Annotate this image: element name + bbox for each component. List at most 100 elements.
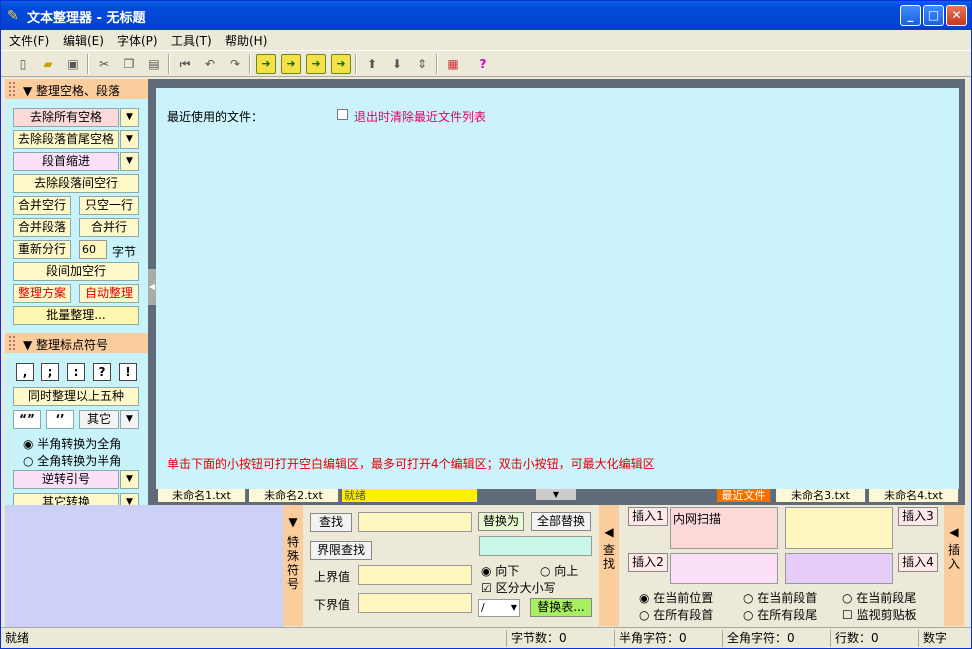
cut-icon[interactable]: ✂	[94, 54, 114, 74]
case-sensitive-checkbox[interactable]: ☑ 区分大小写	[481, 579, 556, 596]
other-punct-dropdown[interactable]: ▼	[120, 410, 139, 429]
remove-all-spaces-button[interactable]: 去除所有空格	[13, 108, 119, 127]
insert2-button[interactable]: 插入2	[628, 553, 668, 572]
find-button[interactable]: 查找	[310, 513, 352, 532]
half-to-full-radio[interactable]: ◉ 半角转换为全角	[23, 435, 121, 452]
editor2-icon[interactable]: ➜	[281, 54, 301, 74]
tab-untitled1[interactable]: 未命名1.txt	[158, 489, 246, 502]
clear-recent-checkbox[interactable]	[337, 109, 348, 120]
tab-untitled3[interactable]: 未命名3.txt	[776, 489, 866, 502]
editor1-icon[interactable]: ➜	[256, 54, 276, 74]
reverse-quote-button[interactable]: 逆转引号	[13, 470, 119, 489]
indent-button[interactable]: 段首缩进	[13, 152, 119, 171]
redo-icon[interactable]: ↷	[225, 54, 245, 74]
separator-select[interactable]: / ▼	[478, 599, 520, 617]
editor4-icon[interactable]: ➜	[331, 54, 351, 74]
special-symbols-strip[interactable]: ▼ 特殊符号	[283, 505, 303, 626]
insert-cur-para-tail-radio[interactable]: ○ 在当前段尾	[842, 589, 916, 606]
range-find-button[interactable]: 界限查找	[310, 541, 372, 560]
upper-bound-input[interactable]	[358, 565, 472, 585]
insert4-text[interactable]	[785, 553, 893, 584]
merge-lines-button[interactable]: 合并行	[79, 218, 139, 237]
insert2-text[interactable]	[670, 553, 778, 584]
tab-ready[interactable]: 就绪	[342, 489, 478, 502]
color-scheme-icon[interactable]: ▦	[443, 54, 463, 74]
new-file-icon[interactable]: ▯	[13, 54, 33, 74]
lower-bound-input[interactable]	[358, 593, 472, 613]
save-icon[interactable]: ▣	[63, 54, 83, 74]
find-strip[interactable]: ◀ 查找	[599, 505, 619, 626]
menu-edit[interactable]: 编辑(E)	[63, 32, 104, 49]
remove-all-spaces-dropdown[interactable]: ▼	[120, 108, 139, 127]
insert-strip[interactable]: ◀ 插入	[944, 505, 964, 626]
replace-input[interactable]	[479, 536, 592, 556]
punct-semicolon-button[interactable]: ;	[41, 363, 59, 381]
insert-all-head-radio[interactable]: ○ 在所有段首	[639, 606, 713, 623]
punct-colon-button[interactable]: :	[67, 363, 85, 381]
insert3-button[interactable]: 插入3	[898, 507, 938, 526]
monitor-clipboard-checkbox[interactable]: ☐ 监视剪贴板	[842, 606, 917, 623]
swap-icon[interactable]: ⇕	[412, 54, 432, 74]
tab-untitled2[interactable]: 未命名2.txt	[249, 489, 339, 502]
section-spaces-header[interactable]: ▼ 整理空格、段落	[5, 79, 148, 99]
move-down-icon[interactable]: ⬇	[387, 54, 407, 74]
organize-five-button[interactable]: 同时整理以上五种	[13, 387, 139, 406]
add-blank-between-button[interactable]: 段间加空行	[13, 262, 139, 281]
bottom-left-blank	[5, 505, 283, 627]
insert-cur-para-head-radio[interactable]: ○ 在当前段首	[743, 589, 817, 606]
copy-icon[interactable]: ❐	[119, 54, 139, 74]
remove-head-tail-spaces-button[interactable]: 去除段落首尾空格	[13, 130, 119, 149]
open-file-icon[interactable]: ▰	[38, 54, 58, 74]
batch-organize-button[interactable]: 批量整理...	[13, 306, 139, 325]
close-button[interactable]: ✕	[946, 5, 967, 26]
editor-area[interactable]: 最近使用的文件： 退出时清除最近文件列表 单击下面的小按钮可打开空白编辑区，最多…	[156, 88, 959, 490]
paste-icon[interactable]: ▤	[144, 54, 164, 74]
insert-at-cursor-radio[interactable]: ◉ 在当前位置	[639, 589, 713, 606]
section-punct-header[interactable]: ▼ 整理标点符号	[5, 333, 148, 353]
auto-organize-button[interactable]: 自动整理	[79, 284, 139, 303]
resplit-width-input[interactable]: 60	[79, 240, 107, 259]
punct-comma-button[interactable]: ,	[16, 363, 34, 381]
help-icon[interactable]: ?	[473, 54, 493, 74]
replace-all-button[interactable]: 全部替换	[531, 512, 591, 531]
move-up-icon[interactable]: ⬆	[362, 54, 382, 74]
tab-untitled4[interactable]: 未命名4.txt	[869, 489, 959, 502]
reverse-quote-dropdown[interactable]: ▼	[120, 470, 139, 489]
replace-table-button[interactable]: 替换表...	[530, 598, 592, 617]
minimize-button[interactable]: _	[900, 5, 921, 26]
merge-paragraphs-button[interactable]: 合并段落	[13, 218, 71, 237]
other-punct-button[interactable]: 其它	[79, 410, 119, 429]
menu-file[interactable]: 文件(F)	[9, 32, 49, 49]
direction-down-radio[interactable]: ◉ 向下	[481, 562, 519, 579]
direction-up-radio[interactable]: ○ 向上	[540, 562, 578, 579]
remove-head-tail-dropdown[interactable]: ▼	[120, 130, 139, 149]
full-to-half-radio[interactable]: ○ 全角转换为半角	[23, 452, 121, 469]
punct-question-button[interactable]: ?	[93, 363, 111, 381]
remove-blank-lines-button[interactable]: 去除段落间空行	[13, 174, 139, 193]
collapse-left-handle[interactable]: ◀	[148, 269, 156, 305]
find-input[interactable]	[358, 512, 472, 532]
double-quote-button[interactable]: “”	[13, 410, 41, 429]
insert-all-tail-radio[interactable]: ○ 在所有段尾	[743, 606, 817, 623]
resplit-lines-button[interactable]: 重新分行	[13, 240, 71, 259]
single-quote-button[interactable]: ‘’	[46, 410, 74, 429]
insert1-button[interactable]: 插入1	[628, 507, 668, 526]
menu-help[interactable]: 帮助(H)	[225, 32, 267, 49]
expand-down-handle[interactable]: ▼	[536, 489, 576, 500]
insert1-text[interactable]: 内网扫描	[670, 507, 778, 549]
one-blank-line-button[interactable]: 只空一行	[79, 196, 139, 215]
menu-font[interactable]: 字体(P)	[117, 32, 158, 49]
menu-tools[interactable]: 工具(T)	[171, 32, 212, 49]
insert3-text[interactable]	[785, 507, 893, 549]
merge-blank-lines-button[interactable]: 合并空行	[13, 196, 71, 215]
replace-with-button[interactable]: 替换为	[478, 512, 524, 531]
tab-recent-files[interactable]: 最近文件	[717, 489, 771, 502]
indent-dropdown[interactable]: ▼	[120, 152, 139, 171]
insert4-button[interactable]: 插入4	[898, 553, 938, 572]
editor3-icon[interactable]: ➜	[306, 54, 326, 74]
punct-exclaim-button[interactable]: !	[119, 363, 137, 381]
scheme-button[interactable]: 整理方案	[13, 284, 71, 303]
go-start-icon[interactable]: ⏮	[175, 54, 195, 74]
maximize-button[interactable]: □	[923, 5, 944, 26]
undo-icon[interactable]: ↶	[200, 54, 220, 74]
